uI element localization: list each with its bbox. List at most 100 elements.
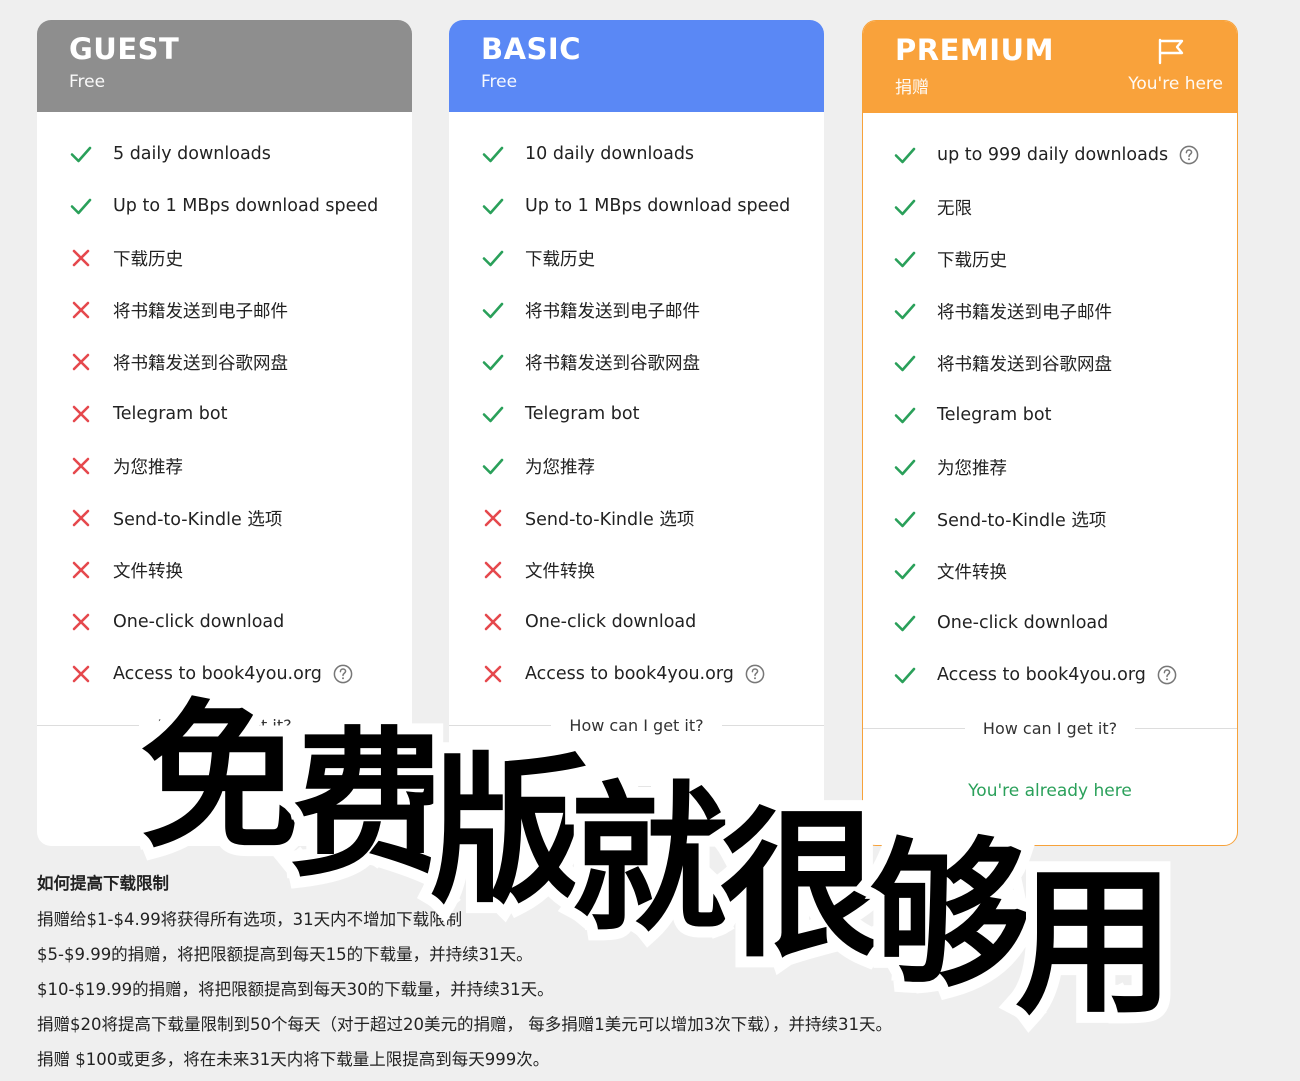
feature-label: 将书籍发送到谷歌网盘 — [937, 354, 1112, 375]
check-icon — [894, 615, 916, 632]
feature-label: Access to book4you.org — [525, 664, 734, 684]
feature-item: 5 daily downloads — [37, 128, 412, 180]
cross-icon — [484, 509, 502, 527]
already-here-text: You're already here — [968, 781, 1132, 801]
info-line: $5-$9.99的捐赠，将把限额提高到每天15的下载量，并持续31天。 — [37, 945, 533, 964]
help-icon[interactable] — [745, 664, 765, 684]
feature-item: 下载历史 — [863, 233, 1237, 285]
feature-item: Telegram bot — [449, 388, 824, 440]
feature-item: 下载历史 — [449, 232, 824, 284]
feature-list: 10 daily downloads Up to 1 MBps download … — [449, 112, 824, 700]
feature-label: 无限 — [937, 198, 972, 219]
help-icon[interactable] — [1157, 665, 1177, 685]
feature-label: 下载历史 — [937, 250, 1007, 271]
feature-item: 将书籍发送到谷歌网盘 — [449, 336, 824, 388]
overlay-char: 够 — [859, 822, 1041, 1009]
how-to-get-label: How can I get it? — [982, 718, 1118, 738]
feature-label: Send-to-Kindle 选项 — [525, 509, 695, 530]
feature-item: Telegram bot — [863, 389, 1237, 441]
feature-label: Access to book4you.org — [113, 664, 322, 684]
feature-label: 为您推荐 — [525, 457, 595, 478]
login-link[interactable]: 登录吗? — [37, 780, 412, 804]
info-title: 如何提高下载限制 — [37, 874, 169, 893]
help-icon[interactable] — [1179, 145, 1199, 165]
overlay-char: 用 — [1004, 849, 1186, 1036]
feature-label: 将书籍发送到谷歌网盘 — [113, 353, 288, 374]
feature-item: 为您推荐 — [863, 441, 1237, 493]
feature-item: 为您推荐 — [449, 440, 824, 492]
download-limit-info: 如何提高下载限制 捐赠给$1-$4.99将获得所有选项，31天内不增加下载限制 … — [37, 870, 892, 1081]
info-line: 捐赠给$1-$4.99将获得所有选项，31天内不增加下载限制 — [37, 910, 463, 929]
plan-price: Free — [481, 72, 518, 92]
check-icon — [894, 407, 916, 424]
plan-header: GUEST Free — [37, 20, 412, 112]
feature-label: 文件转换 — [937, 562, 1007, 583]
feature-label: 将书籍发送到电子邮件 — [113, 301, 288, 322]
cross-icon — [72, 249, 90, 267]
feature-label: Access to book4you.org — [937, 665, 1146, 685]
feature-label: One-click download — [937, 613, 1109, 633]
cross-icon — [484, 665, 502, 683]
how-to-get-label: How can I get it? — [569, 715, 704, 735]
feature-label: 5 daily downloads — [113, 144, 271, 164]
plan-header: PREMIUM 捐赠 You're here — [863, 21, 1237, 113]
feature-item: 下载历史 — [37, 232, 412, 284]
feature-label: 将书籍发送到电子邮件 — [937, 302, 1112, 323]
cross-icon — [72, 561, 90, 579]
feature-list: up to 999 daily downloads 无限下载历史将书籍发送到电子邮… — [863, 113, 1237, 701]
feature-label: Up to 1 MBps download speed — [113, 196, 379, 216]
feature-item: 无限 — [863, 181, 1237, 233]
check-icon — [482, 198, 504, 215]
feature-item: 文件转换 — [863, 545, 1237, 597]
feature-item: One-click download — [37, 596, 412, 648]
cross-icon — [72, 613, 90, 631]
cross-icon — [484, 613, 502, 631]
feature-item: 文件转换 — [37, 544, 412, 596]
check-icon — [482, 406, 504, 423]
feature-label: Up to 1 MBps download speed — [525, 196, 791, 216]
plan-name: GUEST — [69, 32, 180, 66]
feature-label: One-click download — [525, 612, 697, 632]
feature-label: One-click download — [113, 612, 285, 632]
info-line: 捐赠 $100或更多，将在未来31天内将下载量上限提高到每天999次。 — [37, 1050, 550, 1069]
check-icon — [894, 251, 916, 268]
feature-label: 下载历史 — [525, 249, 595, 270]
feature-item: 文件转换 — [449, 544, 824, 596]
check-icon — [70, 198, 92, 215]
feature-label: Telegram bot — [113, 404, 228, 424]
feature-item: Send-to-Kindle 选项 — [449, 492, 824, 544]
how-to-get-label: How can I get it? — [157, 715, 292, 735]
basic-cta-text: 以了 — [619, 785, 654, 805]
feature-label: Telegram bot — [937, 405, 1052, 425]
check-icon — [482, 354, 504, 371]
help-icon[interactable] — [333, 664, 353, 684]
feature-label: 为您推荐 — [937, 458, 1007, 479]
check-icon — [482, 146, 504, 163]
feature-label: 文件转换 — [113, 561, 183, 582]
feature-label: 为您推荐 — [113, 457, 183, 478]
check-icon — [482, 458, 504, 475]
check-icon — [894, 303, 916, 320]
check-icon — [894, 147, 916, 164]
check-icon — [482, 250, 504, 267]
plan-card-guest: GUEST Free 5 daily downloads Up to 1 MBps… — [37, 20, 412, 846]
feature-item: Send-to-Kindle 选项 — [37, 492, 412, 544]
feature-list: 5 daily downloads Up to 1 MBps download s… — [37, 112, 412, 700]
feature-item: 将书籍发送到谷歌网盘 — [37, 336, 412, 388]
check-icon — [894, 355, 916, 372]
cross-icon — [72, 405, 90, 423]
feature-item: Up to 1 MBps download speed — [449, 180, 824, 232]
feature-item: 将书籍发送到电子邮件 — [863, 285, 1237, 337]
plan-card-basic: BASIC Free 10 daily downloads Up to 1 MBp… — [449, 20, 824, 846]
feature-item: Access to book4you.org — [449, 648, 824, 700]
cross-icon — [72, 665, 90, 683]
how-to-get-divider: How can I get it? — [449, 713, 824, 737]
feature-label: up to 999 daily downloads — [937, 145, 1169, 165]
cross-icon — [72, 301, 90, 319]
feature-label: Telegram bot — [525, 404, 640, 424]
check-icon — [482, 302, 504, 319]
info-line: $10-$19.99的捐赠，将把限额提高到每天30的下载量，并持续31天。 — [37, 980, 554, 999]
check-icon — [894, 563, 916, 580]
feature-item: 将书籍发送到谷歌网盘 — [863, 337, 1237, 389]
cross-icon — [72, 509, 90, 527]
